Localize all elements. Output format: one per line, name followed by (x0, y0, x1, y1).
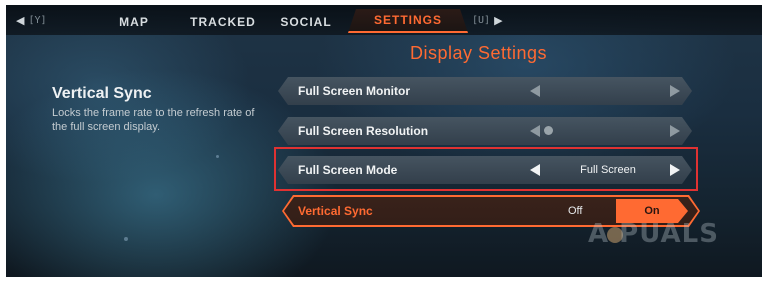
bubble-decoration (124, 237, 128, 241)
arrow-right-icon[interactable] (670, 85, 680, 97)
vsync-off-option[interactable]: Off (568, 205, 582, 217)
row-full-screen-monitor[interactable]: Full Screen Monitor (278, 77, 692, 105)
next-tab-key: [U] (472, 14, 491, 26)
triangle-left-icon: ◀ (16, 14, 25, 27)
arrow-left-icon[interactable] (530, 125, 540, 137)
arrow-right-icon[interactable] (670, 125, 680, 137)
bubble-decoration (216, 155, 219, 158)
row-label: Full Screen Monitor (298, 84, 411, 98)
selector-dot-icon (544, 126, 553, 135)
tab-settings[interactable]: SETTINGS (348, 9, 468, 33)
game-screen: ◀ [Y] MAP TRACKED SOCIAL SETTINGS [U] ▶ … (6, 5, 762, 277)
row-label: Full Screen Resolution (298, 124, 429, 138)
tab-map[interactable]: MAP (110, 11, 158, 33)
watermark-logo: A PUALS (588, 219, 719, 249)
arrow-left-icon[interactable] (530, 85, 540, 97)
highlight-annotation-box (274, 147, 698, 191)
top-navigation-bar: ◀ [Y] MAP TRACKED SOCIAL SETTINGS [U] ▶ (6, 5, 762, 35)
row-label: Vertical Sync (298, 204, 373, 218)
next-tab-hint[interactable]: [U] ▶ (472, 13, 503, 27)
tab-tracked[interactable]: TRACKED (186, 11, 260, 33)
prev-tab-key: [Y] (28, 14, 47, 26)
prev-tab-hint[interactable]: ◀ [Y] (16, 13, 47, 27)
section-title: Display Settings (410, 43, 548, 63)
row-full-screen-resolution[interactable]: Full Screen Resolution (278, 117, 692, 145)
setting-description-text: Locks the frame rate to the refresh rate… (52, 107, 255, 133)
setting-description-title: Vertical Sync (52, 85, 152, 102)
tab-social[interactable]: SOCIAL (276, 11, 336, 33)
triangle-right-icon: ▶ (494, 14, 503, 27)
